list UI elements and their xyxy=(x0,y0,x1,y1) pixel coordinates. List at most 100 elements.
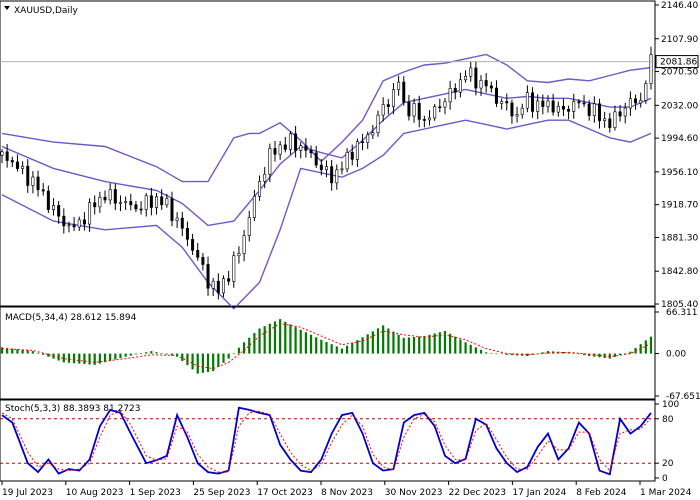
current-price-label: 2081.86 xyxy=(660,58,697,68)
candle-body xyxy=(592,103,596,116)
candle-body xyxy=(433,106,437,119)
macd-bar xyxy=(160,353,163,354)
candle-body xyxy=(268,148,272,175)
candle-body xyxy=(52,205,56,210)
macd-bar xyxy=(191,353,194,370)
candle-body xyxy=(634,98,638,104)
macd-bar xyxy=(474,347,477,354)
candle-body xyxy=(108,189,112,201)
candle-body xyxy=(448,88,452,103)
macd-bar xyxy=(258,328,261,354)
candle-body xyxy=(72,224,76,228)
macd-bar xyxy=(644,340,647,354)
candle-body xyxy=(103,196,107,201)
macd-bar xyxy=(469,344,472,354)
candle-body xyxy=(175,217,179,221)
candle-body xyxy=(62,215,66,227)
candle-body xyxy=(340,168,344,171)
macd-bar xyxy=(340,348,344,354)
macd-bar xyxy=(392,331,395,354)
macd-bar xyxy=(464,342,467,354)
macd-bar xyxy=(351,342,354,354)
candle-body xyxy=(227,278,231,282)
candle-body xyxy=(587,103,591,116)
macd-bar xyxy=(88,353,91,365)
candle-body xyxy=(191,239,195,251)
time-tick-label: 17 Oct 2023 xyxy=(257,488,313,498)
price-tick-label: 2107.90 xyxy=(661,35,698,45)
macd-bar xyxy=(495,353,498,355)
macd-tick-label: 0.00 xyxy=(666,350,686,360)
candle-body xyxy=(494,87,498,104)
macd-bar xyxy=(366,334,369,354)
candle-body xyxy=(216,280,220,294)
macd-bar xyxy=(237,347,241,354)
candle-body xyxy=(258,181,262,197)
candle-body xyxy=(93,202,97,208)
candle-body xyxy=(371,132,375,136)
candle-body xyxy=(520,107,524,115)
macd-bar xyxy=(315,337,318,354)
macd-bar xyxy=(134,353,138,355)
macd-bar xyxy=(289,324,292,354)
candle-body xyxy=(196,250,200,258)
candle-body xyxy=(31,176,35,186)
candle-body xyxy=(417,102,421,120)
macd-bar xyxy=(304,332,307,354)
candle-body xyxy=(185,228,189,240)
macd-bar xyxy=(222,353,225,363)
macd-bar xyxy=(227,353,230,359)
candle-body xyxy=(36,176,40,191)
candle-body xyxy=(180,217,184,229)
macd-bar xyxy=(598,353,601,358)
candle-body xyxy=(144,195,148,210)
candle-body xyxy=(577,101,581,104)
candle-body xyxy=(551,100,555,113)
macd-bar xyxy=(145,352,148,354)
macd-bar xyxy=(361,337,364,354)
macd-bar xyxy=(449,333,452,354)
macd-bar xyxy=(36,352,40,354)
candle-body xyxy=(428,117,432,121)
time-tick-label: 30 Nov 2023 xyxy=(385,488,443,498)
candle-body xyxy=(345,152,349,170)
price-tick-label: 1956.10 xyxy=(661,168,698,178)
candle-body xyxy=(46,190,50,210)
time-tick-label: 25 Sep 2023 xyxy=(193,488,250,498)
candle-body xyxy=(391,89,395,107)
candle-body xyxy=(628,98,632,109)
price-tick-label: 1842.80 xyxy=(661,267,698,277)
macd-bar xyxy=(47,353,50,357)
macd-bar xyxy=(83,353,86,365)
stoch-tick-label: 20 xyxy=(662,459,674,469)
candle-body xyxy=(309,150,313,154)
macd-bar xyxy=(217,353,220,367)
candle-body xyxy=(237,253,241,257)
candle-body xyxy=(350,152,354,160)
candle-body xyxy=(556,106,560,113)
candle-body xyxy=(26,165,30,186)
macd-bar xyxy=(186,353,189,366)
candle-body xyxy=(381,104,385,116)
macd-bar xyxy=(412,336,416,354)
macd-bar xyxy=(78,353,81,364)
candle-body xyxy=(531,92,535,112)
trading-chart[interactable]: 2146.40 2107.90 2070.50 2032.00 1994.60 1956.… xyxy=(0,0,700,500)
candle-body xyxy=(294,133,298,151)
macd-title: MACD(5,34,4) 28.612 15.894 xyxy=(5,313,137,323)
candle-body xyxy=(335,169,339,184)
candle-body xyxy=(319,164,323,171)
macd-bar xyxy=(500,353,503,355)
candle-body xyxy=(77,219,81,228)
macd-bar xyxy=(376,328,380,354)
candle-body xyxy=(489,85,493,89)
candle-body xyxy=(361,141,365,143)
price-tick-label: 2032.00 xyxy=(661,101,698,111)
candle-body xyxy=(649,54,653,84)
time-tick-label: 17 Jan 2024 xyxy=(512,488,566,498)
candle-body xyxy=(0,151,4,156)
macd-bar xyxy=(371,331,374,354)
macd-bar xyxy=(67,353,71,363)
macd-bar xyxy=(42,353,45,355)
candle-body xyxy=(211,280,215,289)
